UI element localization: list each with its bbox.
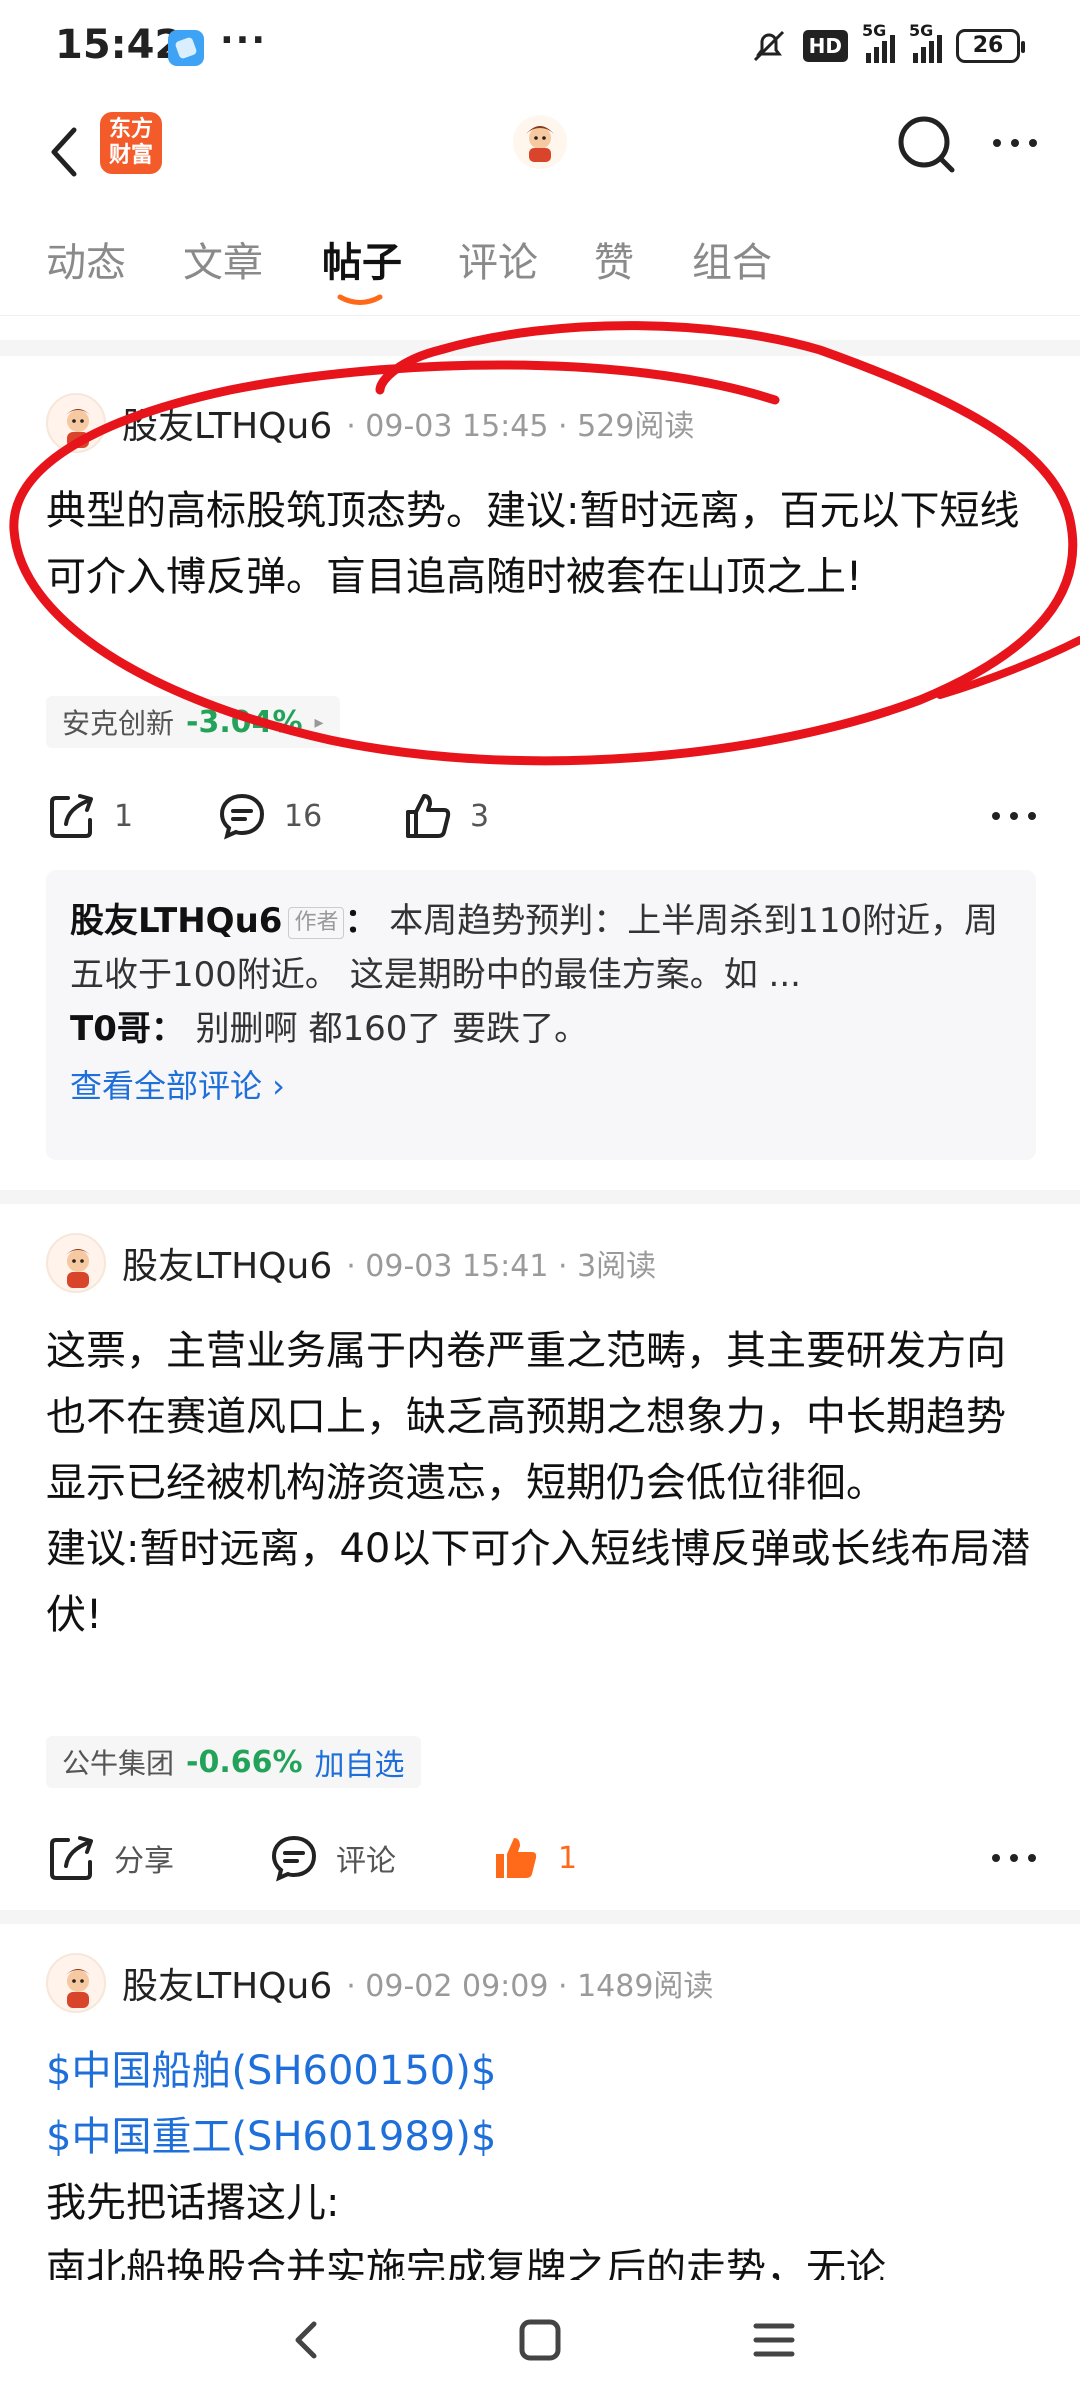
post-more-button[interactable] [992, 786, 1036, 846]
avatar[interactable] [46, 1953, 106, 2013]
stock-tag[interactable]: 安克创新 -3.04% ▸ [46, 696, 340, 748]
share-button[interactable]: 分享 [46, 1828, 174, 1888]
post-card[interactable]: 股友LTHQu6 · 09-02 09:09 · 1489阅读 $中国船舶(SH… [0, 1950, 1080, 2280]
divider [0, 340, 1080, 356]
active-tab-indicator [337, 294, 383, 305]
stock-tag[interactable]: 公牛集团 -0.66% 加自选 [46, 1736, 421, 1788]
tab-likes[interactable]: 赞 [594, 230, 634, 288]
search-button[interactable] [892, 110, 962, 180]
post-header: 股友LTHQu6 · 09-03 15:45 · 529阅读 [46, 390, 694, 456]
post-paragraph: 这票，主营业务属于内卷严重之范畴，其主要研发方向也不在赛道风口上，缺乏高预期之想… [46, 1328, 1006, 1506]
status-time: 15:42 [55, 22, 183, 68]
app-header: 东方 财富 [0, 96, 1080, 206]
post-actions: 1 16 3 [46, 786, 1036, 846]
share-button[interactable]: 1 [46, 786, 133, 846]
mute-icon [753, 30, 784, 62]
comment-item[interactable]: 股友LTHQu6 作者： 本周趋势预判：上半周杀到110附近，周五收于100附近。… [70, 894, 1012, 1002]
post-meta: · 09-03 15:45 · 529阅读 [346, 409, 695, 444]
dot-icon [993, 139, 1001, 147]
status-indicators: HD 5G 5G 26 [749, 21, 1025, 66]
signal-icon: 5G [862, 21, 895, 63]
post-meta: · 09-03 15:41 · 3阅读 [346, 1249, 657, 1284]
avatar-icon [64, 1249, 92, 1288]
author-name[interactable]: 股友LTHQu6 [122, 397, 332, 449]
battery-icon: 26 [956, 29, 1025, 63]
post-body[interactable]: 典型的高标股筑顶态势。建议:暂时远离，百元以下短线可介入博反弹。盲目追高随时被套… [46, 478, 1036, 610]
author-name[interactable]: 股友LTHQu6 [122, 1957, 332, 2009]
view-all-comments-link[interactable]: 查看全部评论 › [70, 1056, 1012, 1116]
status-bar: 15:42 ··· HD 5G 5G 26 [0, 0, 1080, 96]
author-name[interactable]: 股友LTHQu6 [122, 1237, 332, 1289]
share-icon [50, 794, 93, 838]
thumbs-up-icon [406, 794, 451, 838]
post-header: 股友LTHQu6 · 09-03 15:41 · 3阅读 [46, 1230, 656, 1296]
tab-posts[interactable]: 帖子 [322, 230, 402, 288]
add-watchlist-button[interactable]: 加自选 [315, 1740, 405, 1784]
tab-portfolio[interactable]: 组合 [692, 230, 772, 288]
avatar[interactable] [46, 393, 106, 453]
post-actions: 分享 评论 1 [46, 1828, 1036, 1888]
tab-dynamic[interactable]: 动态 [46, 230, 126, 288]
share-count: 1 [114, 798, 134, 834]
stock-change: -3.04% [186, 704, 303, 740]
comment-author[interactable]: T0哥 [70, 1009, 151, 1049]
post-paragraph: 南北船换股合并实施完成复牌之后的走势，无论 [46, 2246, 886, 2280]
post-card[interactable]: 股友LTHQu6 · 09-03 15:45 · 529阅读 典型的高标股筑顶态… [0, 390, 1080, 1170]
tab-articles[interactable]: 文章 [183, 230, 263, 288]
more-options-button[interactable] [980, 118, 1050, 168]
comment-button[interactable]: 评论 [268, 1828, 396, 1888]
post-header: 股友LTHQu6 · 09-02 09:09 · 1489阅读 [46, 1950, 713, 2016]
comment-label: 评论 [336, 1844, 396, 1879]
post-paragraph: 建议:暂时远离，40以下可介入短线博反弹或长线布局潜伏! [46, 1526, 1031, 1638]
user-avatar-icon[interactable] [512, 114, 568, 170]
share-icon [50, 1836, 93, 1880]
author-badge: 作者 [288, 906, 345, 939]
nav-home-icon[interactable] [510, 2310, 570, 2370]
like-count: 3 [470, 798, 490, 834]
comment-preview[interactable]: 股友LTHQu6 作者： 本周趋势预判：上半周杀到110附近，周五收于100附近。… [46, 870, 1036, 1160]
thumbs-up-filled-icon [496, 1838, 537, 1878]
divider [0, 1190, 1080, 1204]
stock-link[interactable]: $中国重工(SH601989)$ [46, 2104, 1036, 2170]
search-icon [898, 116, 955, 173]
stock-change: -0.66% [186, 1744, 303, 1780]
tab-comments[interactable]: 评论 [458, 230, 538, 288]
like-button[interactable]: 3 [402, 786, 489, 846]
post-body[interactable]: 这票，主营业务属于内卷严重之范畴，其主要研发方向也不在赛道风口上，缺乏高预期之想… [46, 1318, 1036, 1648]
stock-link[interactable]: $中国船舶(SH600150)$ [46, 2038, 1036, 2104]
avatar-icon [64, 409, 92, 448]
hd-icon: HD [802, 30, 848, 62]
post-card[interactable]: 股友LTHQu6 · 09-03 15:41 · 3阅读 这票，主营业务属于内卷… [0, 1230, 1080, 1910]
post-meta: · 09-02 09:09 · 1489阅读 [346, 1969, 714, 2004]
post-more-button[interactable] [992, 1828, 1036, 1888]
comment-button[interactable]: 16 [216, 786, 322, 846]
system-navigation-bar [0, 2280, 1080, 2400]
post-paragraph: 我先把话撂这儿: [46, 2180, 340, 2226]
comment-item[interactable]: T0哥： 别删啊 都160了 要跌了。 [70, 1002, 1012, 1056]
avatar-icon [64, 1969, 92, 2008]
nav-menu-icon[interactable] [744, 2310, 804, 2370]
divider [0, 1910, 1080, 1924]
stock-name: 安克创新 [62, 707, 175, 740]
notification-app-icon [168, 30, 204, 66]
chevron-right-icon: ▸ [314, 711, 324, 733]
comment-count: 16 [284, 798, 323, 834]
signal-icon-2: 5G [909, 21, 942, 63]
back-button[interactable] [40, 116, 90, 186]
avatar[interactable] [46, 1233, 106, 1293]
app-logo[interactable]: 东方 财富 [100, 112, 162, 174]
post-body[interactable]: $中国船舶(SH600150)$ $中国重工(SH601989)$ 我先把话撂这… [46, 2038, 1036, 2280]
share-label: 分享 [114, 1844, 174, 1879]
stock-name: 公牛集团 [62, 1747, 175, 1780]
chevron-left-icon [51, 127, 77, 177]
comment-icon [219, 793, 265, 840]
profile-tabs: 动态 文章 帖子 评论 赞 组合 [0, 206, 1080, 316]
comment-icon [271, 1835, 317, 1882]
comment-author[interactable]: 股友LTHQu6 [70, 901, 282, 941]
comment-text: 别删啊 都160了 要跌了。 [195, 1009, 589, 1049]
nav-back-icon[interactable] [276, 2310, 336, 2370]
like-count: 1 [558, 1840, 578, 1876]
status-more-icon: ··· [220, 20, 268, 61]
like-button[interactable]: 1 [490, 1828, 577, 1888]
